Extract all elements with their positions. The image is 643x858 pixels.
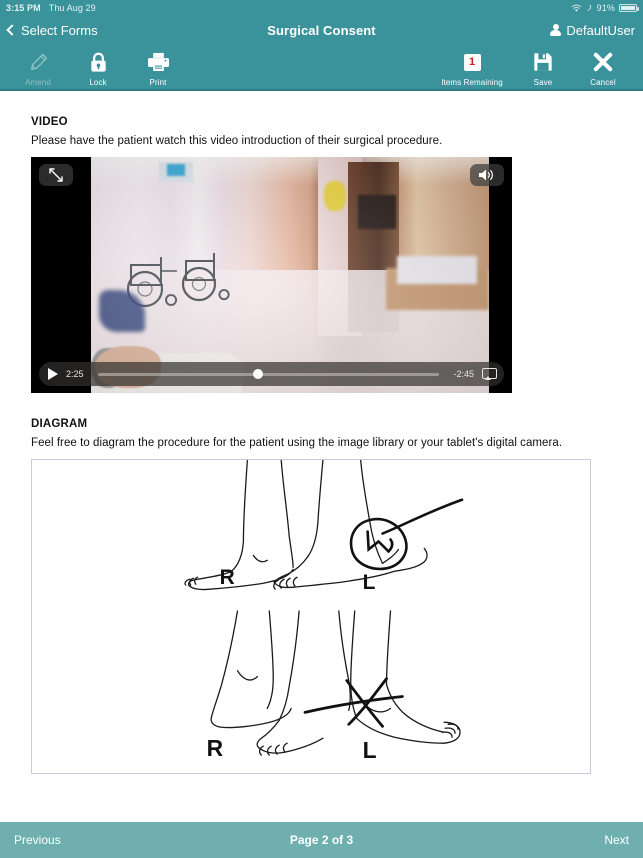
chevron-left-icon <box>6 24 18 36</box>
pencil-icon <box>29 50 48 75</box>
status-time: 3:15 PM <box>6 3 41 13</box>
next-page-button[interactable]: Next <box>604 833 629 847</box>
count-badge-icon: 1 <box>463 50 481 75</box>
diagram-section-description: Feel free to diagram the procedure for t… <box>31 437 563 449</box>
cancel-label: Cancel <box>590 77 616 87</box>
save-label: Save <box>533 77 553 87</box>
form-content: VIDEO Please have the patient watch this… <box>0 91 643 822</box>
print-button[interactable]: Print <box>128 47 188 87</box>
bottom-label-right: R <box>207 735 224 761</box>
bluetooth-icon <box>587 4 591 11</box>
diagram-drawing: R L R L <box>184 460 464 763</box>
annotation-x-mark <box>303 677 404 728</box>
toolbar-left-group: Amend Lock Print <box>0 47 188 87</box>
video-scrubber[interactable] <box>98 369 439 379</box>
lock-icon <box>90 50 107 75</box>
diagram-canvas[interactable]: R L R L <box>31 459 591 774</box>
navigation-bar: Select Forms Surgical Consent DefaultUse… <box>0 16 643 44</box>
battery-icon <box>619 4 639 12</box>
user-menu-button[interactable]: DefaultUser <box>550 23 635 38</box>
wifi-icon <box>571 4 582 12</box>
floppy-disk-icon <box>533 50 553 75</box>
status-bar: 3:15 PM Thu Aug 29 91% <box>0 0 643 16</box>
top-label-right: R <box>220 566 235 589</box>
top-label-left: L <box>363 571 376 594</box>
status-date: Thu Aug 29 <box>48 3 96 13</box>
diagram-bottom-feet <box>210 610 461 756</box>
back-button-label: Select Forms <box>21 22 98 38</box>
page-indicator: Page 2 of 3 <box>289 833 354 847</box>
amend-button[interactable]: Amend <box>8 47 68 87</box>
person-icon <box>550 23 562 37</box>
diagram-section-title: DIAGRAM <box>31 418 88 430</box>
items-remaining-button[interactable]: 1 Items Remaining <box>431 47 513 87</box>
video-controls-bar: 2:25 -2:45 <box>39 362 504 386</box>
video-player[interactable]: 2:25 -2:45 <box>31 157 512 393</box>
video-section-title: VIDEO <box>31 116 68 128</box>
items-remaining-count: 1 <box>463 53 481 71</box>
lock-label: Lock <box>89 77 107 87</box>
items-remaining-label: Items Remaining <box>441 77 503 87</box>
bottom-label-left: L <box>363 737 377 763</box>
form-toolbar: Amend Lock Print 1 Items Remaining Save … <box>0 44 643 91</box>
select-forms-back-button[interactable]: Select Forms <box>6 22 98 38</box>
airplay-icon[interactable] <box>482 368 497 380</box>
cancel-button[interactable]: Cancel <box>573 47 633 87</box>
lock-button[interactable]: Lock <box>68 47 128 87</box>
video-section-description: Please have the patient watch this video… <box>31 135 443 147</box>
user-name-label: DefaultUser <box>566 22 635 38</box>
amend-label: Amend <box>25 77 51 87</box>
fullscreen-arrows-icon[interactable] <box>39 164 73 186</box>
battery-percent: 91% <box>596 3 615 13</box>
speaker-volume-icon[interactable] <box>470 164 504 186</box>
print-label: Print <box>149 77 167 87</box>
printer-icon <box>147 50 169 75</box>
video-elapsed-time: 2:25 <box>66 369 84 379</box>
video-remaining-time: -2:45 <box>453 369 474 379</box>
video-frame-image <box>91 157 489 393</box>
play-icon[interactable] <box>48 368 58 380</box>
video-scrubber-knob[interactable] <box>253 369 264 379</box>
previous-page-button[interactable]: Previous <box>14 833 61 847</box>
app-root: 3:15 PM Thu Aug 29 91% Select Forms Surg… <box>0 0 643 858</box>
save-button[interactable]: Save <box>513 47 573 87</box>
toolbar-right-group: 1 Items Remaining Save Cancel <box>431 47 643 87</box>
pagination-bar: Previous Page 2 of 3 Next <box>0 822 643 858</box>
status-right-group: 91% <box>571 3 639 13</box>
close-x-icon <box>593 50 613 75</box>
